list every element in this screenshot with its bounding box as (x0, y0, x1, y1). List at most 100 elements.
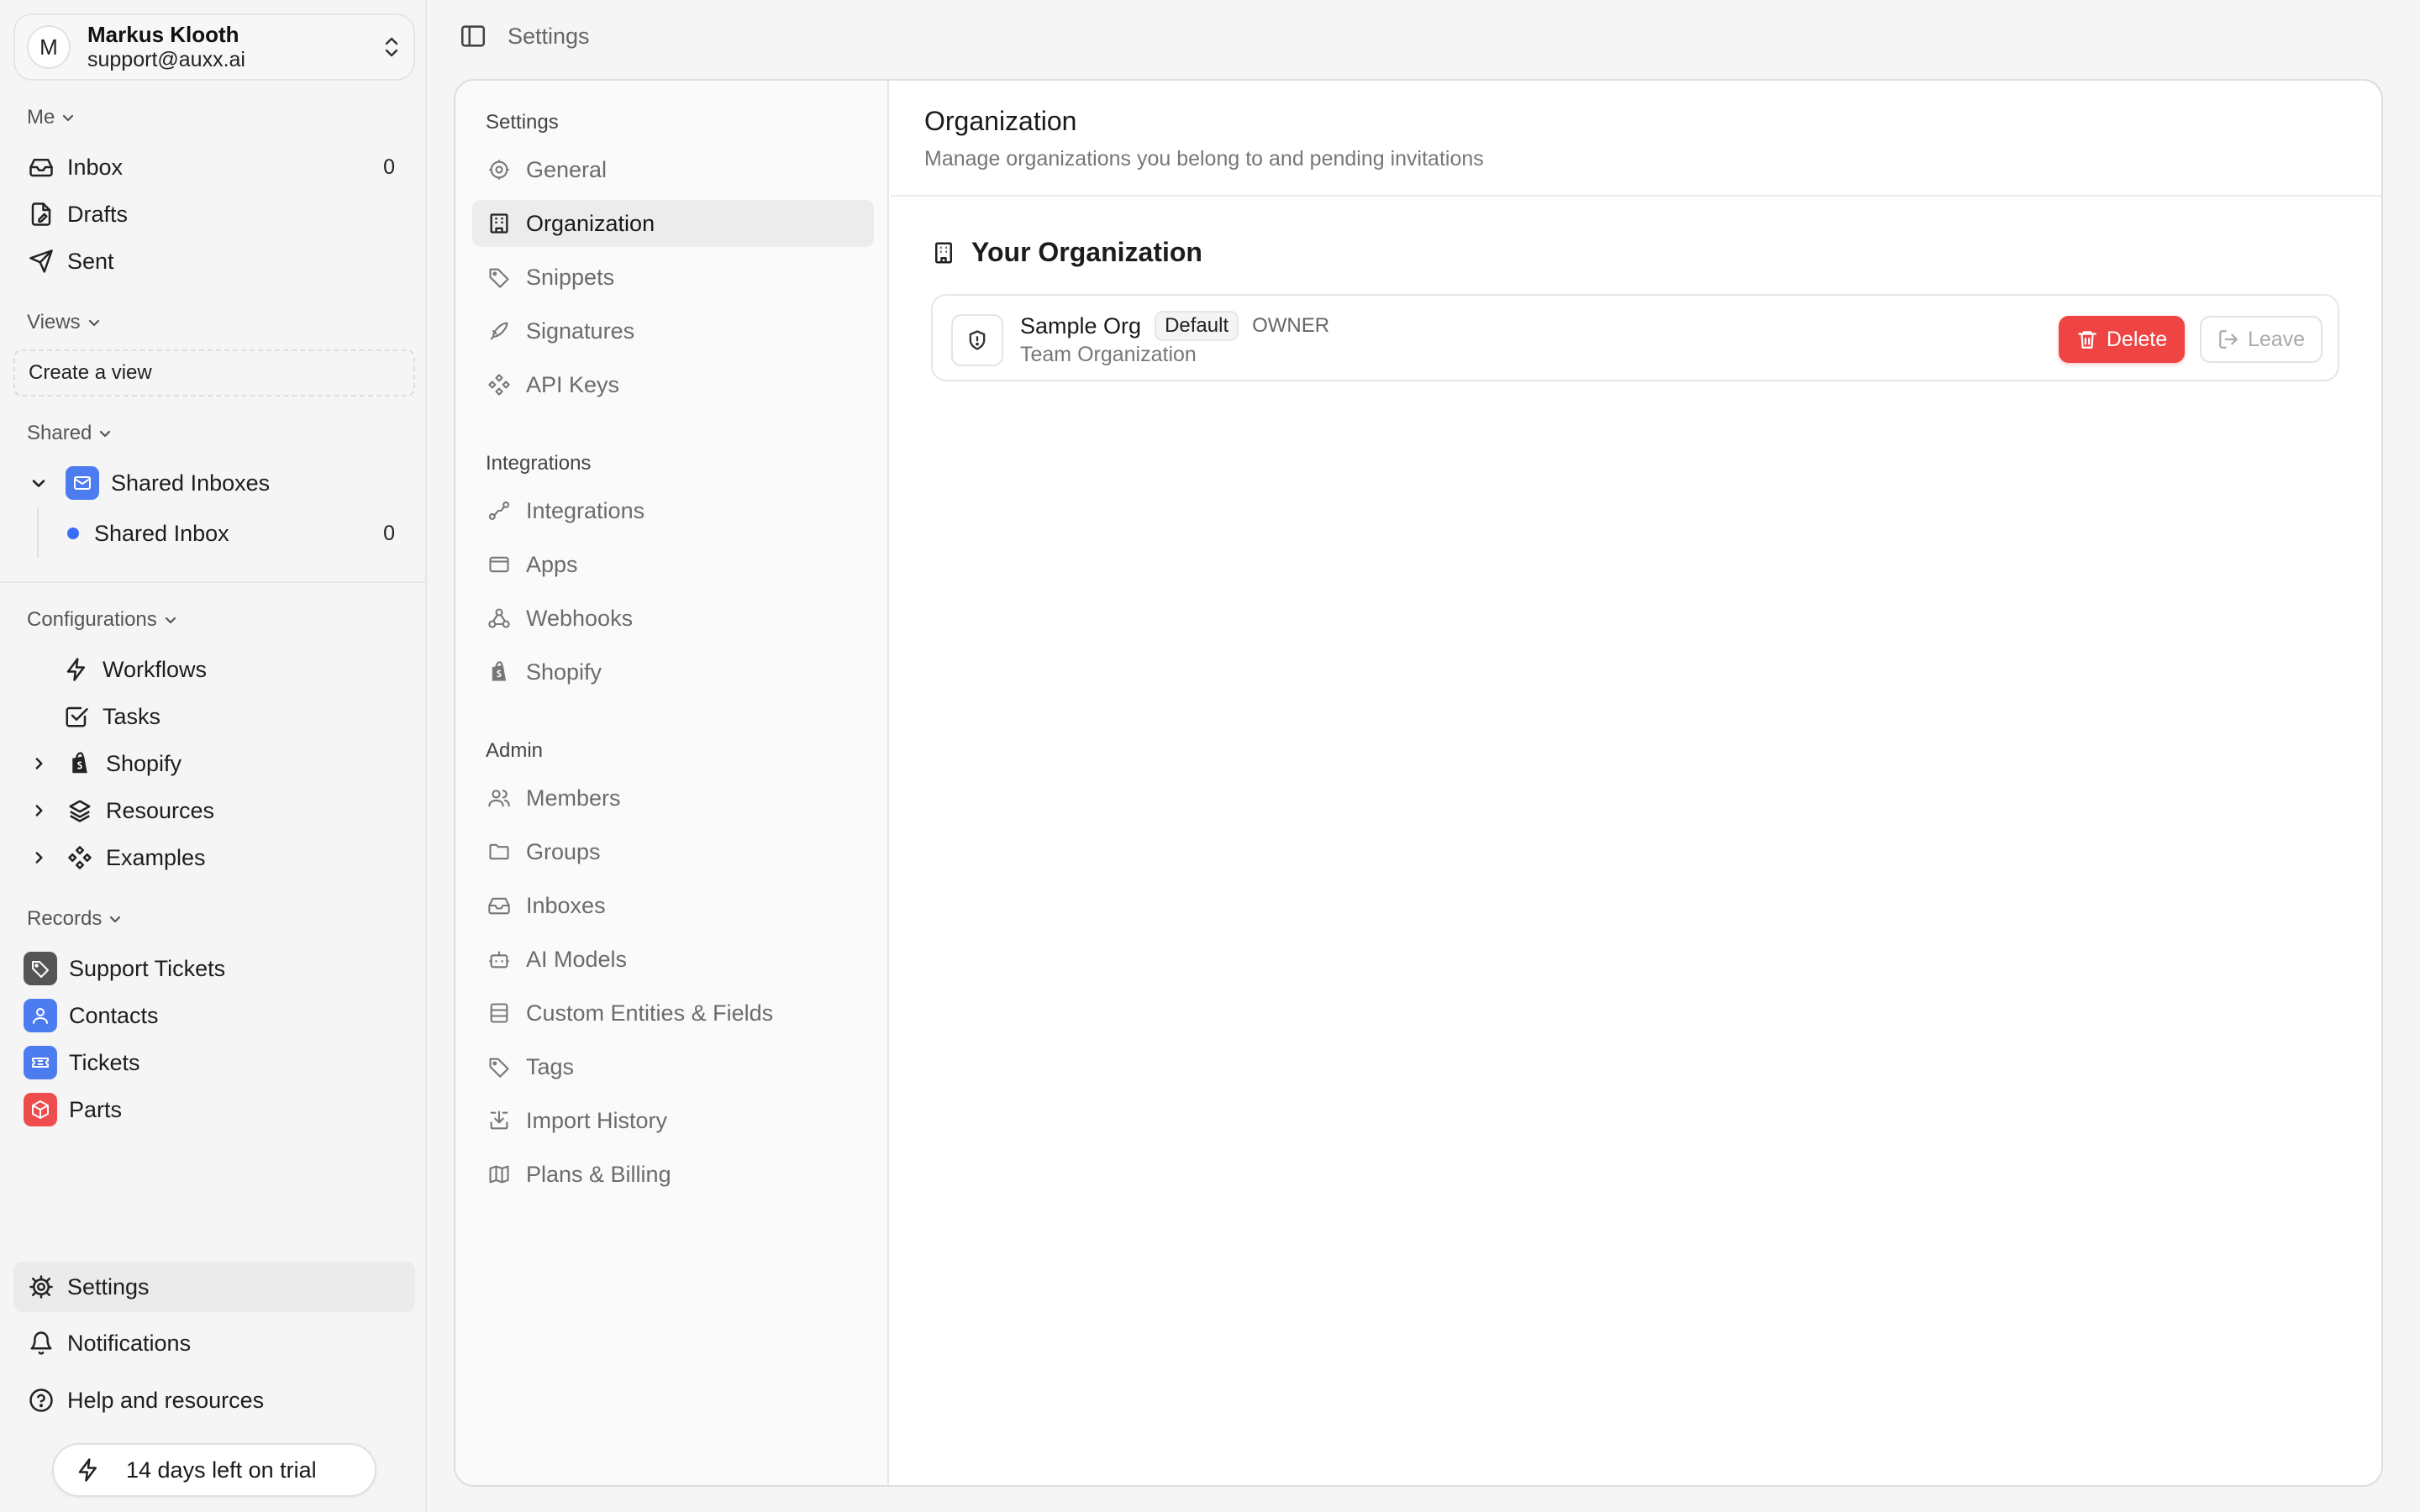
shopify-icon (486, 659, 513, 685)
settings-item-label: Groups (526, 838, 601, 864)
nav-parts[interactable]: Parts (13, 1086, 415, 1133)
chevron-down-icon (86, 314, 103, 331)
account-switcher[interactable]: M Markus Klooth support@auxx.ai (13, 13, 415, 81)
nav-drafts[interactable]: Drafts (13, 191, 415, 238)
settings-item-label: Tags (526, 1053, 575, 1079)
section-records[interactable]: Records (27, 907, 124, 931)
chevron-right-icon[interactable] (29, 749, 49, 778)
chevron-down-icon (107, 911, 124, 927)
section-shared[interactable]: Shared (27, 422, 113, 445)
tag-icon (486, 264, 513, 291)
nav-help[interactable]: Help and resources (13, 1377, 415, 1424)
settings-item-label: Integrations (526, 497, 645, 523)
divider (0, 581, 425, 583)
nav-support-tickets[interactable]: Support Tickets (13, 945, 415, 992)
building-icon (486, 210, 513, 237)
settings-item-organization[interactable]: Organization (472, 200, 874, 247)
settings-item-tags[interactable]: Tags (472, 1043, 874, 1090)
nav-shopify-label: Shopify (106, 750, 182, 776)
mail-icon (66, 466, 99, 500)
nav-contacts[interactable]: Contacts (13, 992, 415, 1039)
lightning-icon (62, 655, 91, 684)
shared-inboxes-group[interactable]: Shared Inboxes (13, 459, 415, 507)
section-configurations-label: Configurations (27, 608, 157, 631)
sidebar-toggle-icon[interactable] (459, 22, 487, 50)
settings-item-label: Webhooks (526, 605, 634, 631)
nav-contacts-label: Contacts (69, 1002, 159, 1028)
settings-item-apps[interactable]: Apps (472, 541, 874, 588)
settings-item-plans-billing[interactable]: Plans & Billing (472, 1151, 874, 1198)
component-icon (66, 843, 94, 872)
organization-card: Sample Org Default OWNER Team Organizati… (931, 294, 2339, 381)
settings-item-signatures[interactable]: Signatures (472, 307, 874, 354)
map-icon (486, 1161, 513, 1188)
settings-item-custom-entities[interactable]: Custom Entities & Fields (472, 990, 874, 1037)
settings-item-label: Signatures (526, 318, 635, 344)
settings-item-inboxes[interactable]: Inboxes (472, 882, 874, 929)
gear-icon (486, 156, 513, 183)
route-icon (486, 497, 513, 524)
settings-item-integrations[interactable]: Integrations (472, 487, 874, 534)
nav-shared-inbox[interactable]: Shared Inbox 0 (13, 510, 415, 557)
settings-nav: Settings General Organization Snippets S… (455, 81, 889, 1485)
role-label: OWNER (1252, 314, 1330, 337)
nav-notifications[interactable]: Notifications (13, 1320, 415, 1367)
avatar: M (27, 25, 71, 69)
nav-examples[interactable]: Examples (13, 834, 415, 881)
nav-sent[interactable]: Sent (13, 238, 415, 285)
app-window-icon (486, 551, 513, 578)
trash-icon (2076, 328, 2098, 350)
delete-button[interactable]: Delete (2059, 316, 2185, 363)
user-icon (24, 999, 57, 1032)
settings-item-members[interactable]: Members (472, 774, 874, 822)
nav-support-tickets-label: Support Tickets (69, 955, 226, 981)
settings-item-api-keys[interactable]: API Keys (472, 361, 874, 408)
shared-inboxes-label: Shared Inboxes (111, 470, 271, 496)
settings-item-label: AI Models (526, 946, 628, 972)
chevron-right-icon[interactable] (29, 796, 49, 825)
settings-item-label: Members (526, 785, 621, 811)
shopify-icon (66, 749, 94, 778)
organization-content: Organization Manage organizations you be… (891, 81, 2381, 1485)
settings-item-shopify[interactable]: Shopify (472, 648, 874, 696)
nav-drafts-label: Drafts (67, 201, 129, 227)
section-views[interactable]: Views (27, 311, 103, 334)
nav-workflows[interactable]: Workflows (13, 646, 415, 693)
settings-item-webhooks[interactable]: Webhooks (472, 595, 874, 642)
leave-button[interactable]: Leave (2200, 316, 2323, 363)
default-badge: Default (1155, 311, 1239, 341)
settings-item-general[interactable]: General (472, 146, 874, 193)
settings-item-ai-models[interactable]: AI Models (472, 936, 874, 983)
nav-tickets[interactable]: Tickets (13, 1039, 415, 1086)
chevron-down-icon[interactable] (29, 469, 49, 497)
org-name: Sample Org (1020, 312, 1142, 339)
layers-icon (66, 796, 94, 825)
settings-item-label: Organization (526, 210, 655, 236)
chevron-down-icon (162, 612, 179, 628)
nav-tasks[interactable]: Tasks (13, 693, 415, 740)
section-configurations[interactable]: Configurations (27, 608, 179, 632)
nav-inbox[interactable]: Inbox 0 (13, 144, 415, 191)
nav-shopify[interactable]: Shopify (13, 740, 415, 787)
leave-label: Leave (2247, 327, 2306, 351)
settings-item-label: General (526, 156, 608, 182)
nav-settings[interactable]: Settings (13, 1262, 415, 1312)
create-view-button[interactable]: Create a view (13, 349, 415, 396)
trial-button[interactable]: 14 days left on trial (52, 1443, 376, 1497)
pen-icon (486, 318, 513, 344)
settings-panel: Settings General Organization Snippets S… (454, 79, 2383, 1487)
left-sidebar: M Markus Klooth support@auxx.ai Me Inbox… (0, 0, 427, 1512)
settings-item-label: Plans & Billing (526, 1161, 671, 1187)
settings-item-label: Snippets (526, 264, 615, 290)
trial-label: 14 days left on trial (126, 1457, 317, 1483)
settings-item-groups[interactable]: Groups (472, 828, 874, 875)
bell-icon (27, 1329, 55, 1357)
settings-item-import-history[interactable]: Import History (472, 1097, 874, 1144)
settings-item-snippets[interactable]: Snippets (472, 254, 874, 301)
chevron-right-icon[interactable] (29, 843, 49, 872)
inbox-icon (27, 153, 55, 181)
webhook-icon (486, 605, 513, 632)
settings-group-label: Integrations (486, 452, 592, 475)
section-me[interactable]: Me (27, 106, 76, 129)
nav-resources[interactable]: Resources (13, 787, 415, 834)
